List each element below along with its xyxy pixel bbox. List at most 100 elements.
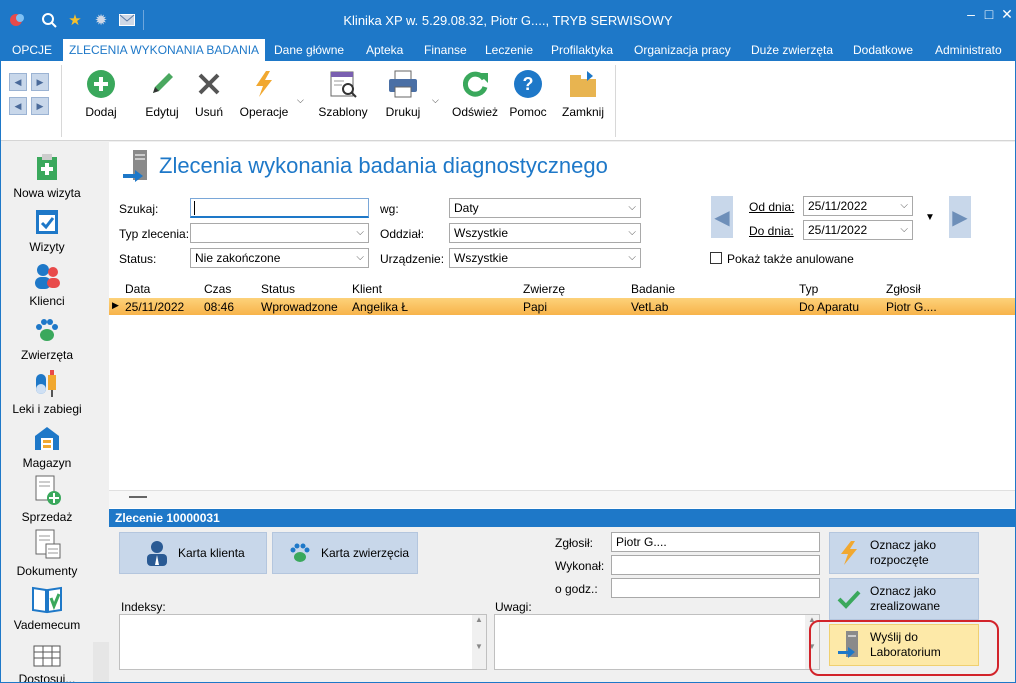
detail-title: Zlecenie 10000031	[109, 509, 1015, 527]
cell-zwierze: Papi	[523, 300, 548, 314]
maximize-button[interactable]: □	[981, 6, 997, 22]
chevron-down-icon: ⌵	[628, 252, 636, 263]
col-zglosil[interactable]: Zgłosił	[886, 282, 921, 296]
tab-leczenie[interactable]: Leczenie	[485, 39, 533, 61]
nav-klienci[interactable]: Klienci	[1, 256, 93, 308]
wg-label: wg:	[380, 202, 399, 216]
tab-zlecenia[interactable]: ZLECENIA WYKONANIA BADANIA	[63, 39, 266, 61]
chevron-down-icon: ⌵	[356, 252, 364, 263]
zamknij-button[interactable]: Zamknij	[559, 67, 607, 123]
status-select[interactable]: Nie zakończone ⌵	[190, 248, 369, 268]
main-content: Zlecenia wykonania badania diagnostyczne…	[109, 142, 1015, 682]
col-zwierze[interactable]: Zwierzę	[523, 282, 565, 296]
col-klient[interactable]: Klient	[352, 282, 382, 296]
pomoc-button[interactable]: ? Pomoc	[507, 67, 549, 123]
tab-administracja[interactable]: Administrato	[935, 39, 1002, 61]
operacje-button[interactable]: Operacje	[237, 67, 291, 123]
godz-input[interactable]	[611, 578, 820, 598]
zglosil-input[interactable]: Piotr G....	[611, 532, 820, 552]
tab-organizacja-pracy[interactable]: Organizacja pracy	[634, 39, 731, 61]
odswiez-button[interactable]: Odśwież	[451, 67, 499, 123]
nav-wizyty[interactable]: Wizyty	[1, 202, 93, 254]
nav-scrollbar[interactable]	[93, 642, 109, 682]
next-record-icon[interactable]: ▶	[31, 97, 49, 115]
cell-typ: Do Aparatu	[799, 300, 860, 314]
scrollbar[interactable]: ▲ ▼	[472, 615, 486, 669]
typ-zlecenia-select[interactable]: ⌵	[190, 223, 369, 243]
status-label: Status:	[119, 252, 157, 266]
period-dropdown-icon[interactable]: ▼	[925, 212, 935, 223]
wykonal-input[interactable]	[611, 555, 820, 575]
col-status[interactable]: Status	[261, 282, 295, 296]
first-record-icon[interactable]: ◀	[9, 73, 27, 91]
search-input[interactable]	[190, 198, 369, 218]
chevron-down-icon: ⌵	[628, 227, 636, 238]
col-badanie[interactable]: Badanie	[631, 282, 675, 296]
wg-select[interactable]: Daty ⌵	[449, 198, 641, 218]
separator	[61, 65, 62, 137]
col-data[interactable]: Data	[125, 282, 150, 296]
tab-apteka[interactable]: Apteka	[366, 39, 403, 61]
dodaj-button[interactable]: Dodaj	[79, 67, 123, 123]
chevron-down-icon: ⌵	[356, 227, 364, 238]
usun-button[interactable]: Usuń	[191, 67, 227, 123]
status-value: Nie zakończone	[195, 251, 281, 265]
nav-leki-zabiegi[interactable]: Leki i zabiegi	[1, 364, 93, 416]
do-dnia-picker[interactable]: 25/11/2022 ⌵	[803, 220, 913, 240]
cell-klient: Angelika Ł	[352, 300, 409, 314]
orders-icon	[119, 148, 153, 187]
minimize-button[interactable]: –	[963, 6, 979, 22]
indeksy-textarea[interactable]: ▲ ▼	[119, 614, 487, 670]
col-czas[interactable]: Czas	[204, 282, 231, 296]
od-dnia-picker[interactable]: 25/11/2022 ⌵	[803, 196, 913, 216]
lightning-icon	[237, 67, 291, 101]
drukuj-dropdown-icon[interactable]: ⌵	[432, 95, 439, 106]
uwagi-textarea[interactable]: ▲ ▼	[494, 614, 820, 670]
nav-label: Vademecum	[13, 618, 81, 632]
anulowane-checkbox[interactable]	[710, 252, 722, 264]
next-date-button[interactable]: ▶	[949, 196, 971, 238]
drukuj-button[interactable]: Drukuj	[381, 67, 425, 123]
nav-label: Sprzedaż	[21, 510, 73, 524]
last-record-icon[interactable]: ▶	[31, 73, 49, 91]
dodaj-label: Dodaj	[85, 105, 117, 119]
urzadzenie-select[interactable]: Wszystkie ⌵	[449, 248, 641, 268]
nav-sprzedaz[interactable]: Sprzedaż	[1, 472, 93, 524]
edytuj-button[interactable]: Edytuj	[139, 67, 185, 123]
tab-duze-zwierzeta[interactable]: Duże zwierzęta	[751, 39, 833, 61]
tab-profilaktyka[interactable]: Profilaktyka	[551, 39, 613, 61]
nav-vademecum[interactable]: Vademecum	[1, 580, 93, 632]
prev-record-icon[interactable]: ◀	[9, 97, 27, 115]
do-dnia-label: Do dnia:	[749, 224, 794, 238]
sale-document-icon	[1, 472, 93, 506]
nav-zwierzeta[interactable]: Zwierzęta	[1, 310, 93, 362]
nav-label: Magazyn	[22, 456, 72, 470]
chevron-right-icon: ▶	[952, 206, 968, 229]
tab-dodatkowe[interactable]: Dodatkowe	[853, 39, 913, 61]
zamknij-label: Zamknij	[561, 105, 604, 119]
karta-klienta-button[interactable]: Karta klienta	[119, 532, 267, 574]
grid-footer	[109, 490, 1015, 508]
nav-dokumenty[interactable]: Dokumenty	[1, 526, 93, 578]
chevron-down-icon: ⌵	[900, 224, 908, 235]
urzadzenie-value: Wszystkie	[454, 251, 508, 265]
table-row[interactable]: ▶ 25/11/2022 08:46 Wprowadzone Angelika …	[109, 298, 1015, 315]
prev-date-button[interactable]: ◀	[711, 196, 733, 238]
tab-opcje[interactable]: OPCJE	[7, 39, 57, 61]
karta-zwierzecia-button[interactable]: Karta zwierzęcia	[272, 532, 418, 574]
close-button[interactable]: ✕	[999, 6, 1015, 22]
template-icon	[317, 67, 369, 101]
oznacz-rozpoczete-button[interactable]: Oznacz jako rozpoczęte	[829, 532, 979, 574]
nav-label: Wizyty	[29, 240, 65, 254]
szablony-button[interactable]: Szablony	[317, 67, 369, 123]
tab-dane-glowne[interactable]: Dane główne	[274, 39, 344, 61]
oznacz-zrealizowane-button[interactable]: Oznacz jako zrealizowane	[829, 578, 979, 620]
splitter-handle[interactable]	[129, 496, 147, 498]
nav-magazyn[interactable]: Magazyn	[1, 418, 93, 470]
oddzial-select[interactable]: Wszystkie ⌵	[449, 223, 641, 243]
nav-dostosuj[interactable]: Dostosuj...	[1, 634, 93, 682]
operacje-dropdown-icon[interactable]: ⌵	[297, 95, 304, 106]
col-typ[interactable]: Typ	[799, 282, 818, 296]
nav-nowa-wizyta[interactable]: Nowa wizyta	[1, 148, 93, 200]
tab-finanse[interactable]: Finanse	[424, 39, 467, 61]
